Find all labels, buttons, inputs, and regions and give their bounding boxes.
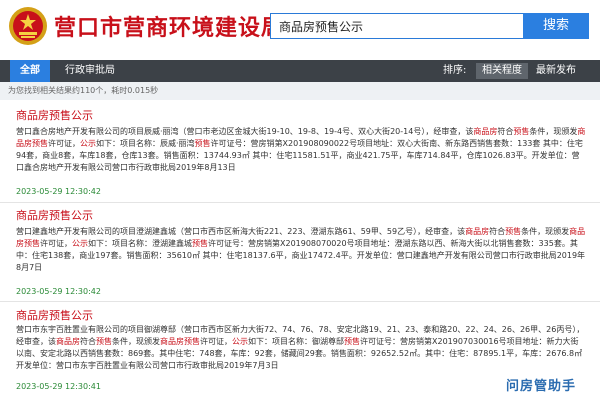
highlight-keyword: 预售 (513, 127, 530, 136)
highlight-keyword: 公示 (232, 337, 248, 346)
snippet-text: 符合 (497, 127, 514, 136)
snippet-text: 条件，现颁发 (529, 127, 578, 136)
highlight-keyword: 商品房 (465, 227, 490, 236)
sort-latest-button[interactable]: 最新发布 (530, 63, 582, 79)
highlight-keyword: 商品房 (56, 337, 80, 346)
result-item: 商品房预售公示 营口建鑫地产开发有限公司的项目澄湖建鑫城（营口市西市区新海大街2… (0, 203, 600, 302)
highlight-keyword: 预售 (505, 227, 522, 236)
sort-relevance-button[interactable]: 相关程度 (476, 63, 528, 79)
result-title-link[interactable]: 商品房预售公示 (16, 107, 93, 123)
highlight-keyword: 公示 (80, 139, 96, 148)
sort-label: 排序: (443, 65, 467, 76)
snippet-text: 如下：项目名称：澄湖建鑫城 (88, 239, 192, 248)
national-emblem-icon (9, 7, 47, 45)
result-snippet: 营口建鑫地产开发有限公司的项目澄湖建鑫城（营口市西市区新海大街221、223、澄… (16, 226, 586, 274)
result-item: 商品房预售公示 营口鑫合房地产开发有限公司的项目辰威·丽湾（营口市老边区金城大街… (0, 102, 600, 203)
snippet-text: 如下：项目名称：辰威·丽湾 (96, 139, 195, 148)
highlight-keyword: 公示 (72, 239, 88, 248)
watermark-label: 问房管助手 (502, 377, 581, 397)
result-date: 2023-05-29 12:30:42 (16, 287, 101, 296)
highlight-keyword: 商品房 (473, 127, 498, 136)
result-date: 2023-05-29 12:30:41 (16, 382, 101, 391)
snippet-text: 营口建鑫地产开发有限公司的项目澄湖建鑫城（营口市西市区新海大街221、223、澄… (16, 227, 466, 236)
snippet-text: 许可证， (200, 337, 232, 346)
snippet-text: 如下：项目名称：御湖尊邸 (248, 337, 344, 346)
tab-admin-approval-bureau[interactable]: 行政审批局 (60, 60, 120, 82)
result-date: 2023-05-29 12:30:42 (16, 187, 101, 196)
highlight-keyword: 预售 (344, 337, 360, 346)
snippet-text: 条件，现颁发 (521, 227, 570, 236)
snippet-text: 许可证， (48, 139, 80, 148)
search-input[interactable] (270, 13, 524, 39)
tab-all[interactable]: 全部 (10, 60, 50, 82)
highlight-keyword: 预售 (192, 239, 208, 248)
search-button[interactable]: 搜索 (523, 13, 589, 39)
highlight-keyword: 预售 (96, 337, 112, 346)
snippet-text: 许可证， (40, 239, 72, 248)
result-summary: 为您找到相关结果约110个，耗时0.015秒 (8, 86, 159, 95)
snippet-text: 符合 (489, 227, 506, 236)
result-snippet: 营口鑫合房地产开发有限公司的项目辰威·丽湾（营口市老边区金城大街19-10、19… (16, 126, 586, 186)
nav-bar: 全部 行政审批局 排序: 相关程度 最新发布 (0, 60, 600, 82)
result-title-link[interactable]: 商品房预售公示 (16, 307, 93, 323)
snippet-text: 符合 (80, 337, 96, 346)
highlight-keyword: 商品房预售 (160, 337, 200, 346)
highlight-keyword: 预售 (194, 139, 211, 148)
site-header: 营口市营商环境建设局 搜索 (0, 0, 600, 56)
result-title-link[interactable]: 商品房预售公示 (16, 207, 93, 223)
site-title: 营口市营商环境建设局 (54, 16, 285, 41)
snippet-text: 营口鑫合房地产开发有限公司的项目辰威·丽湾（营口市老边区金城大街19-10、19… (16, 127, 474, 136)
result-snippet: 营口市东宇百胜置业有限公司的项目御湖尊邸（营口市西市区新力大街72、74、76、… (16, 324, 586, 372)
result-summary-bar: 为您找到相关结果约110个，耗时0.015秒 (0, 82, 600, 100)
snippet-text: 条件，现颁发 (112, 337, 160, 346)
